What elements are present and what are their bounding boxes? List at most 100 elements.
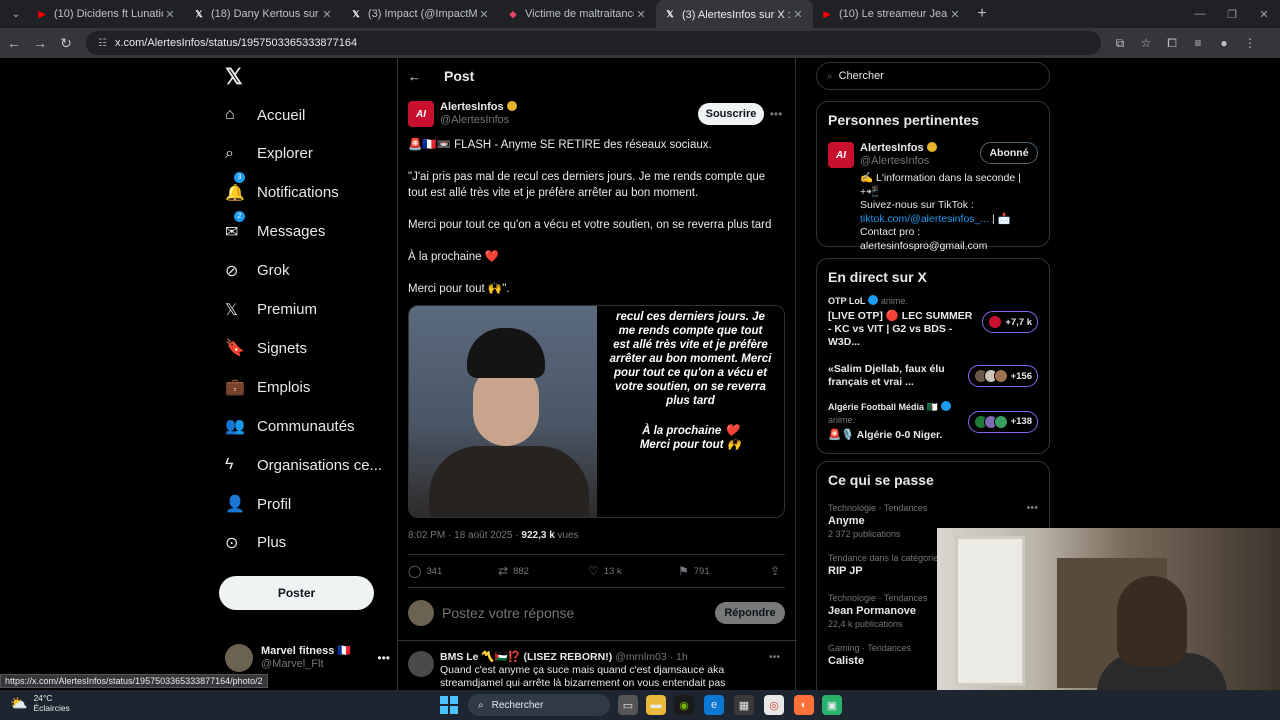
tab-close-icon[interactable]: ✕ <box>163 8 177 21</box>
post-button[interactable]: Poster <box>219 576 374 610</box>
x-logo-icon[interactable]: 𝕏 <box>225 66 247 88</box>
browser-tab[interactable]: 𝕏 (3) Impact (@ImpactMediaFR) /✕ <box>342 0 499 28</box>
nav-item-emplois[interactable]: 💼 Emplois <box>219 368 310 406</box>
nvidia-icon[interactable]: ◉ <box>674 695 694 715</box>
profile-icon[interactable]: ● <box>1211 31 1237 55</box>
live-item[interactable]: OTP LoL anime. [LIVE OTP] 🔴 LEC SUMMER -… <box>828 295 1038 349</box>
browser-tab[interactable]: ▶ (10) Le streameur Jeanpormane✕ <box>813 0 970 28</box>
nav-item-organisations-ce[interactable]: ϟ Organisations ce... <box>219 446 382 484</box>
tab-close-icon[interactable]: ✕ <box>948 8 962 21</box>
nav-item-messages[interactable]: ✉ 2 Messages <box>219 210 325 251</box>
post-time[interactable]: 8:02 PM · 18 août 2025 · <box>408 530 521 541</box>
maximize-icon[interactable]: ❐ <box>1216 8 1248 21</box>
chrome-icon[interactable]: ◎ <box>764 695 784 715</box>
account-switcher[interactable]: Marvel fitness 🇫🇷 @Marvel_Flt ••• <box>225 642 390 674</box>
forward-icon[interactable]: → <box>28 31 52 55</box>
window-controls: — ❐ ✕ <box>1184 0 1280 28</box>
live-card: En direct sur X OTP LoL anime. [LIVE OTP… <box>816 258 1050 454</box>
edge-icon[interactable]: e <box>704 695 724 715</box>
post-photo[interactable] <box>409 306 597 517</box>
reply-author-name[interactable]: BMS Le 〽️🇵🇸⁉️ (LISEZ REBORN!) <box>440 651 612 663</box>
quote-image[interactable]: recul ces derniers jours. Je me rends co… <box>596 306 784 517</box>
browser-tab[interactable]: 𝕏 (18) Dany Kertous sur X : "@Ai✕ <box>185 0 342 28</box>
live-item[interactable]: Algérie Football Média 🇩🇿 anime. 🚨🎙️ Alg… <box>828 401 1038 442</box>
menu-icon[interactable]: ⋮ <box>1237 31 1263 55</box>
tab-close-icon[interactable]: ✕ <box>634 8 648 21</box>
media-icon[interactable]: ≡ <box>1185 31 1211 55</box>
more-dots-icon[interactable]: ••• <box>377 651 390 665</box>
search-input[interactable]: ⌕ Chercher <box>816 62 1050 90</box>
live-item[interactable]: «Salim Djellab, faux élu français et vra… <box>828 363 1038 389</box>
alertesinfos-logo[interactable]: AI <box>828 142 854 168</box>
nav-item-notifications[interactable]: 🔔 3 Notifications <box>219 171 339 212</box>
star-icon[interactable]: ☆ <box>1133 31 1159 55</box>
browser-tab[interactable]: ▶ (10) Dicidens ft Lunatic - De la r✕ <box>28 0 185 28</box>
like-action[interactable]: ♡ 13 k <box>588 564 678 578</box>
browser-tab[interactable]: 𝕏 (3) AlertesInfos sur X : "🚨🇫🇷✕ <box>656 0 813 28</box>
reply-icon: ◯ <box>408 564 422 578</box>
reply-input[interactable]: Postez votre réponse <box>442 605 574 621</box>
live-text-block: «Salim Djellab, faux élu français et vra… <box>828 363 968 389</box>
firefox-icon[interactable]: ◐ <box>794 695 814 715</box>
nav-item-profil[interactable]: 👤 Profil <box>219 485 291 523</box>
post-text-line: 🚨🇫🇷📼 FLASH - Anyme SE RETIRE des réseaux… <box>408 139 712 151</box>
weather-widget[interactable]: ⛅ 24°C Éclaircies <box>10 693 70 713</box>
repost-action[interactable]: ⇄ 882 <box>498 564 588 578</box>
reload-icon[interactable]: ↻ <box>54 31 78 55</box>
nav-item-accueil[interactable]: ⌂ Accueil <box>219 96 305 134</box>
live-listeners-pill[interactable]: +138 <box>967 410 1038 433</box>
store-icon[interactable]: ▦ <box>734 695 754 715</box>
nav-item-signets[interactable]: 🔖 Signets <box>219 329 307 367</box>
extensions-icon[interactable]: ⧠ <box>1159 31 1185 55</box>
avatar[interactable] <box>408 651 434 677</box>
file-explorer-icon[interactable]: ▬ <box>646 695 666 715</box>
author-name[interactable]: AlertesInfos <box>440 101 504 113</box>
back-icon[interactable]: ← <box>2 31 26 55</box>
taskbar-search[interactable]: ⌕ Rechercher <box>468 694 610 716</box>
relevant-name[interactable]: AlertesInfos <box>860 142 924 154</box>
task-view-icon[interactable]: ▭ <box>618 695 638 715</box>
tab-search-icon[interactable]: ⌄ <box>4 4 28 24</box>
reply-tweet[interactable]: BMS Le 〽️🇵🇸⁉️ (LISEZ REBORN!) @mrnlm03 ·… <box>398 640 797 690</box>
bio-line: alertesinfospro@gmail.com <box>860 239 988 252</box>
tab-close-icon[interactable]: ✕ <box>477 8 491 21</box>
following-button[interactable]: Abonné <box>980 142 1038 164</box>
webcam-person <box>1117 576 1187 666</box>
tiktok-link[interactable]: tiktok.com/@alertesinfos_... <box>860 213 989 225</box>
author-handle[interactable]: @AlertesInfos <box>440 114 517 127</box>
post-media[interactable]: recul ces derniers jours. Je me rends co… <box>408 305 785 518</box>
tab-close-icon[interactable]: ✕ <box>320 8 334 21</box>
windows-start-icon[interactable] <box>440 696 458 714</box>
nav-item-explorer[interactable]: ⌕ Explorer <box>219 135 313 173</box>
post-author: AI AlertesInfos @AlertesInfos Souscrire … <box>408 101 788 127</box>
reply-action[interactable]: ◯ 341 <box>408 564 498 578</box>
more-options-icon[interactable]: ••• <box>1026 502 1038 514</box>
alertesinfos-logo[interactable]: AI <box>408 101 434 127</box>
app-icon[interactable]: ▣ <box>822 695 842 715</box>
site-info-icon[interactable]: ☷ <box>98 38 107 49</box>
relevant-names: AlertesInfos @AlertesInfos <box>860 142 937 168</box>
photo-body <box>429 446 589 517</box>
nav-item-plus[interactable]: ⊙ Plus <box>219 524 286 562</box>
share-icon[interactable]: ⇪ <box>770 564 785 578</box>
nav-item-communautés[interactable]: 👥 Communautés <box>219 407 355 445</box>
install-icon[interactable]: ⧉ <box>1107 31 1133 55</box>
nav-item-grok[interactable]: ⊘ Grok <box>219 252 290 290</box>
live-listeners-pill[interactable]: +7,7 k <box>982 311 1038 333</box>
minimize-icon[interactable]: — <box>1184 8 1216 20</box>
live-source: OTP LoL anime. <box>828 295 978 308</box>
browser-tab[interactable]: ◆ Victime de maltraitance en ligne✕ <box>499 0 656 28</box>
more-options-icon[interactable]: ••• <box>764 107 788 121</box>
close-window-icon[interactable]: ✕ <box>1248 8 1280 21</box>
live-listeners-pill[interactable]: +156 <box>967 365 1038 387</box>
reply-button[interactable]: Répondre <box>715 602 785 624</box>
nav-item-premium[interactable]: 𝕏 Premium <box>219 291 317 329</box>
more-options-icon[interactable]: ••• <box>769 651 780 664</box>
relevant-account[interactable]: AI AlertesInfos @AlertesInfos Abonné <box>828 142 1038 168</box>
bookmark-action[interactable]: ⚑ 791 <box>678 564 768 578</box>
back-arrow-icon[interactable]: ← <box>408 69 432 84</box>
tab-close-icon[interactable]: ✕ <box>791 8 805 21</box>
subscribe-button[interactable]: Souscrire <box>698 103 764 125</box>
address-bar[interactable]: ☷ x.com/AlertesInfos/status/195750336533… <box>86 31 1101 55</box>
new-tab-button[interactable]: + <box>970 5 994 23</box>
